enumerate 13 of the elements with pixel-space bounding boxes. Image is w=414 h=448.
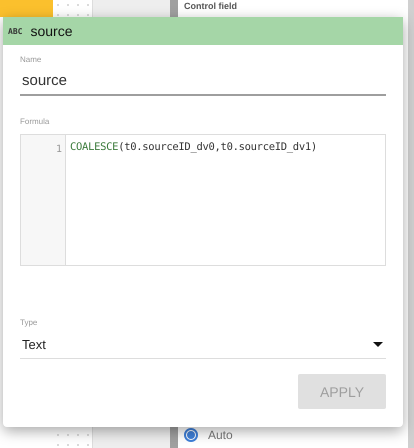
- line-number: 1: [56, 144, 62, 155]
- name-field[interactable]: source: [20, 64, 386, 96]
- type-dropdown[interactable]: Text: [20, 327, 386, 359]
- field-label: Formula: [20, 117, 50, 126]
- field-label: Type: [20, 318, 38, 327]
- text-type-icon: ABC: [8, 26, 22, 36]
- formula-editor[interactable]: 1 COALESCE(t0.sourceID_dv0,t0.sourceID_dv1): [20, 134, 386, 266]
- panel-heading: Control field: [184, 1, 238, 11]
- code-line: COALESCE(t0.sourceID_dv0,t0.sourceID_dv1): [70, 141, 317, 153]
- dropdown-caret-icon: [373, 342, 383, 347]
- radio-label: Auto: [208, 428, 233, 442]
- field-label: Name: [20, 55, 42, 64]
- dialog-title: source: [30, 23, 72, 39]
